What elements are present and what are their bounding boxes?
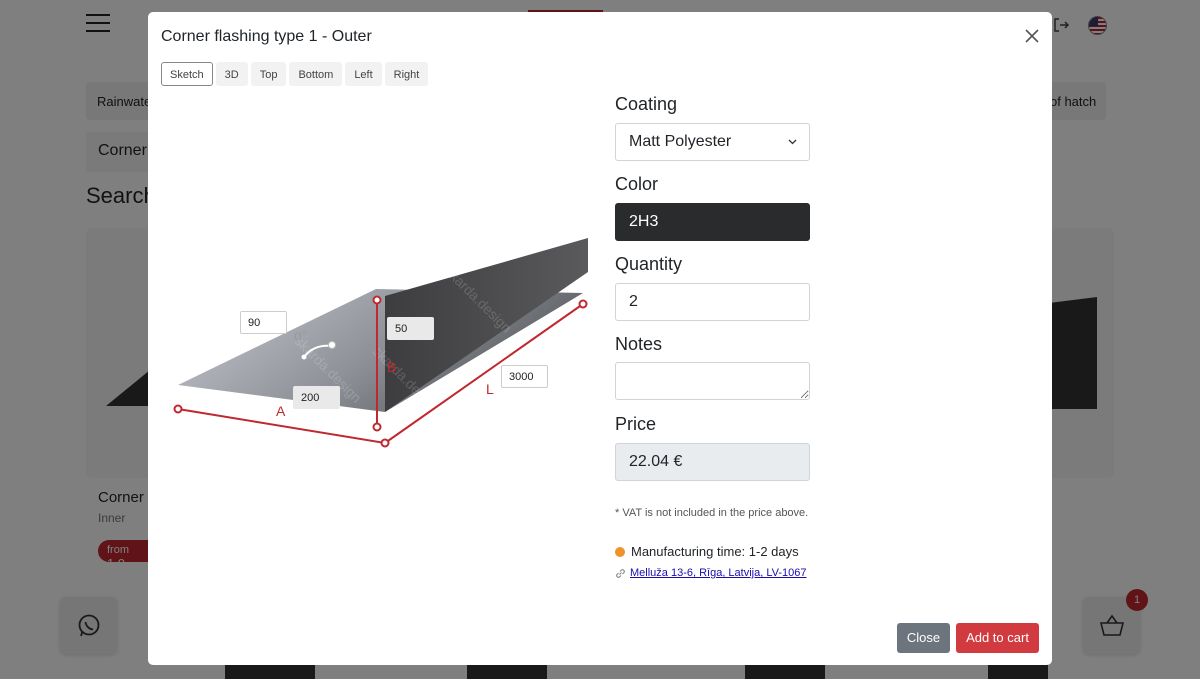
flashing-sketch: skarda.design skarda.design skarda.desig… — [173, 238, 588, 448]
chevron-down-icon — [788, 139, 797, 145]
notes-textarea[interactable] — [615, 362, 810, 400]
angle-input[interactable] — [240, 311, 287, 334]
angle-symbol: α° — [294, 327, 308, 343]
status-dot — [615, 546, 625, 557]
coating-selected-value: Matt Polyester — [629, 133, 732, 150]
product-config-modal: Corner flashing type 1 - Outer Sketch 3D… — [148, 12, 1052, 665]
view-tabs: Sketch 3D Top Bottom Left Right — [161, 62, 429, 86]
dimension-label-b: B — [387, 359, 396, 375]
modal-title: Corner flashing type 1 - Outer — [161, 28, 372, 45]
quantity-label: Quantity — [615, 254, 683, 274]
address-link[interactable]: Melluža 13-6, Rīga, Latvija, LV-1067 — [630, 567, 807, 579]
dimension-l-input[interactable] — [501, 365, 548, 388]
close-button[interactable]: Close — [897, 623, 950, 653]
price-label: Price — [615, 414, 657, 434]
angle-handle — [328, 341, 336, 349]
coating-select[interactable]: Matt Polyester — [615, 123, 810, 161]
vat-note: * VAT is not included in the price above… — [615, 507, 809, 519]
dimension-handle[interactable] — [372, 295, 382, 305]
manufacturing-text: Manufacturing time: 1-2 days — [631, 544, 799, 559]
tab-sketch[interactable]: Sketch — [161, 62, 213, 86]
tab-right[interactable]: Right — [384, 62, 429, 86]
coating-label: Coating — [615, 94, 678, 114]
manufacturing-time: Manufacturing time: 1-2 days — [615, 544, 799, 559]
color-value: 2H3 — [629, 213, 659, 230]
color-picker[interactable]: 2H3 — [615, 203, 810, 241]
close-icon[interactable] — [1023, 27, 1041, 45]
tab-left[interactable]: Left — [345, 62, 382, 86]
tab-bottom[interactable]: Bottom — [289, 62, 343, 86]
dimension-label-l: L — [486, 381, 494, 397]
add-to-cart-button[interactable]: Add to cart — [956, 623, 1039, 653]
price-field: 22.04 € — [615, 443, 810, 481]
dimension-handle[interactable] — [380, 438, 390, 448]
dimension-handle[interactable] — [578, 299, 588, 309]
link-icon — [616, 568, 625, 578]
address: Melluža 13-6, Rīga, Latvija, LV-1067 — [615, 567, 807, 579]
tab-top[interactable]: Top — [250, 62, 287, 86]
dimension-b-input[interactable] — [387, 317, 434, 340]
dimension-handle[interactable] — [372, 422, 382, 432]
angle-handle — [301, 354, 307, 360]
tab-3d[interactable]: 3D — [215, 62, 248, 86]
dimension-a-input[interactable] — [293, 386, 340, 409]
dimension-label-a: A — [276, 403, 286, 419]
color-label: Color — [615, 174, 659, 194]
quantity-input[interactable] — [615, 283, 810, 321]
notes-label: Notes — [615, 334, 663, 354]
dimension-handle[interactable] — [173, 404, 183, 414]
